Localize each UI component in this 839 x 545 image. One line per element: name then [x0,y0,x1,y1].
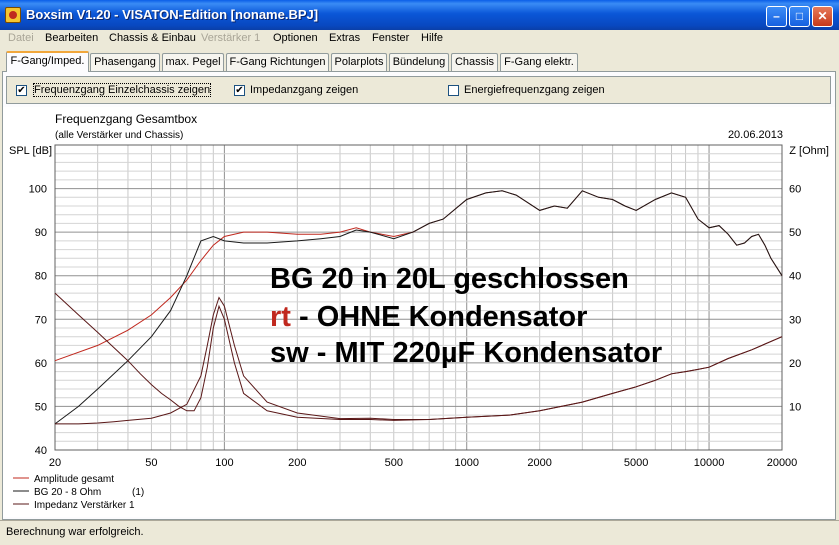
tab-strip: F-Gang/Imped. Phasengang max. Pegel F-Ga… [0,51,839,72]
chart-grid [54,144,783,451]
y2-axis-label: Z [Ohm] [789,145,829,157]
maximize-button[interactable]: □ [789,6,810,27]
y-tick-label: 50 [35,401,47,413]
y2-tick-label: 30 [789,314,801,326]
legend-label: BG 20 - 8 Ohm [34,487,101,498]
tab-chassis[interactable]: Chassis [451,53,498,71]
checkbox-einzelchassis[interactable]: ✔ [16,85,27,96]
annotation-ohne: - OHNE Kondensator [291,301,587,333]
y2-tick-label: 10 [789,401,801,413]
tab-fgang-richtungen[interactable]: F-Gang Richtungen [226,53,329,71]
y-tick-label: 40 [35,445,47,457]
tab-polarplots[interactable]: Polarplots [331,53,387,71]
legend-suffix: (1) [132,487,144,498]
y-tick-label: 80 [35,271,47,283]
legend-label: Amplitude gesamt [34,474,114,485]
app-icon[interactable] [5,7,21,23]
check-icon: ✔ [235,85,244,96]
legend-label: Impedanz Verstärker 1 [34,500,135,511]
minimize-button[interactable]: – [766,6,787,27]
options-box: ✔ Frequenzgang Einzelchassis zeigen ✔ Im… [6,76,831,104]
maximize-icon: □ [795,9,804,23]
tab-fgang-elektr[interactable]: F-Gang elektr. [500,53,578,71]
menu-chassis-einbau[interactable]: Chassis & Einbau [109,32,196,44]
menu-datei[interactable]: Datei [8,32,34,44]
annotation-line3: sw - MIT 220µF Kondensator [270,337,662,369]
y-tick-label: 70 [35,314,47,326]
menu-bar: Datei Bearbeiten Chassis & Einbau Verstä… [0,30,839,48]
close-icon: ✕ [817,9,828,23]
x-tick-label: 20 [49,457,61,469]
close-button[interactable]: ✕ [812,6,833,27]
check-icon: ✔ [17,85,26,96]
x-tick-label: 50 [145,457,157,469]
window-title: Boxsim V1.20 - VISATON-Edition [noname.B… [26,7,319,22]
app-window: Boxsim V1.20 - VISATON-Edition [noname.B… [0,0,839,545]
x-tick-label: 100 [215,457,233,469]
status-bar: Berechnung war erfolgreich. [0,520,839,545]
x-tick-label: 2000 [527,457,551,469]
y-tick-label: 100 [29,184,47,196]
label-einzelchassis[interactable]: Frequenzgang Einzelchassis zeigen [32,83,212,97]
y-tick-label: 90 [35,227,47,239]
checkbox-energie[interactable] [448,85,459,96]
annotation-line1: BG 20 in 20L geschlossen [270,263,629,295]
annotation-rt: rt [270,301,291,333]
y2-tick-label: 60 [789,184,801,196]
chart-date: 20.06.2013 [728,129,783,141]
chart-subtitle: (alle Verstärker und Chassis) [55,130,183,141]
label-energie[interactable]: Energiefrequenzgang zeigen [464,84,605,96]
y2-tick-label: 40 [789,271,801,283]
checkbox-impedanz[interactable]: ✔ [234,85,245,96]
minimize-icon: – [773,9,780,23]
tab-max-pegel[interactable]: max. Pegel [162,53,224,71]
menu-extras[interactable]: Extras [329,32,360,44]
menu-verstaerker[interactable]: Verstärker 1 [201,32,260,44]
y-tick-label: 60 [35,358,47,370]
x-tick-label: 5000 [624,457,648,469]
x-tick-label: 500 [385,457,403,469]
status-text: Berechnung war erfolgreich. [6,526,144,538]
menu-bearbeiten[interactable]: Bearbeiten [45,32,98,44]
x-tick-label: 200 [288,457,306,469]
frequency-chart: Frequenzgang Gesamtbox (alle Verstärker u… [9,112,829,511]
y2-tick-label: 50 [789,227,801,239]
chart-title: Frequenzgang Gesamtbox [55,112,197,126]
label-impedanz[interactable]: Impedanzgang zeigen [250,84,358,96]
y2-tick-label: 20 [789,358,801,370]
x-tick-label: 10000 [694,457,725,469]
y-axis-label: SPL [dB] [9,145,52,157]
x-tick-label: 1000 [454,457,478,469]
plot-frame [54,144,783,451]
tab-fgang-imped[interactable]: F-Gang/Imped. [6,51,89,72]
menu-hilfe[interactable]: Hilfe [421,32,443,44]
tab-buendelung[interactable]: Bündelung [389,53,449,71]
tab-phasengang[interactable]: Phasengang [90,53,160,71]
menu-fenster[interactable]: Fenster [372,32,409,44]
annotation-line2: rt - OHNE Kondensator [270,301,587,333]
title-bar[interactable]: Boxsim V1.20 - VISATON-Edition [noname.B… [0,0,839,30]
x-tick-label: 20000 [767,457,798,469]
menu-optionen[interactable]: Optionen [273,32,318,44]
chart-area: Frequenzgang Gesamtbox (alle Verstärker u… [3,107,835,517]
